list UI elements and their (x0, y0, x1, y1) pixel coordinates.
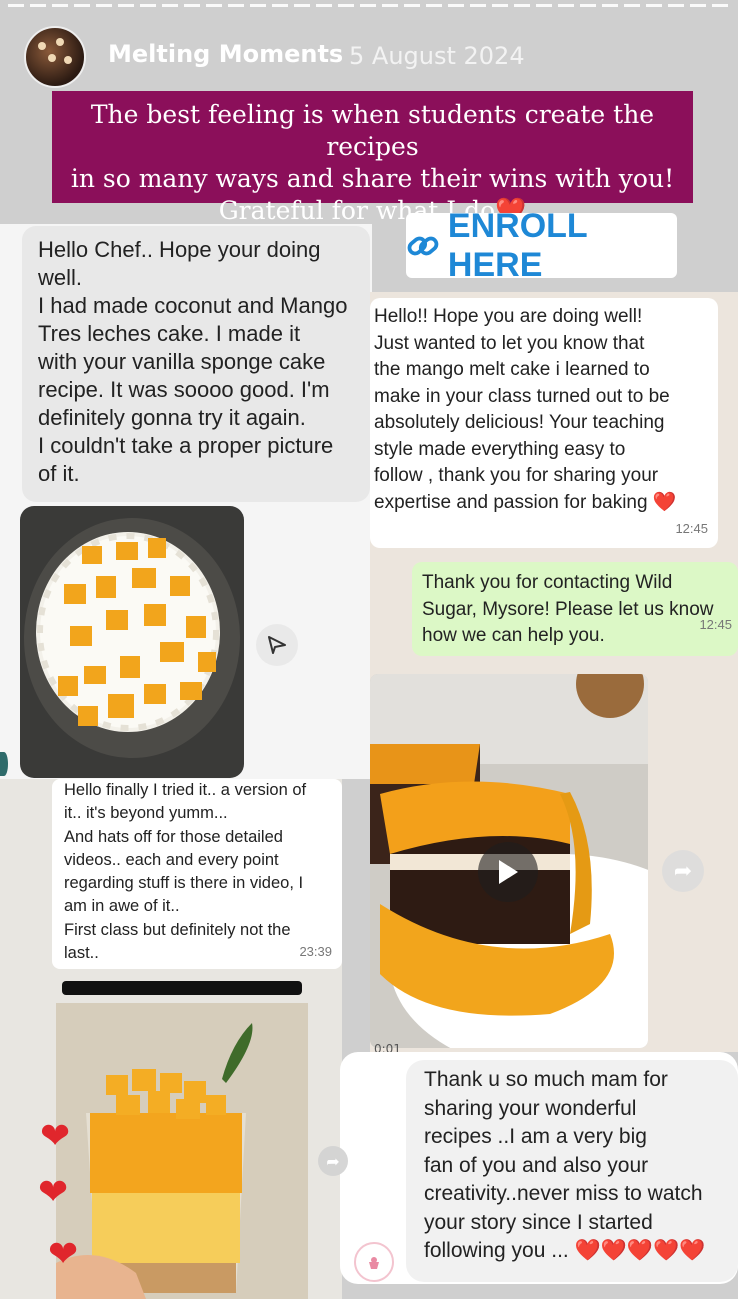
video-chat-panel: ➦ 0:01 (370, 670, 738, 1052)
sender-avatar[interactable] (354, 1242, 394, 1282)
mango-dessert-cup-photo[interactable] (56, 1003, 308, 1299)
video-duration: 0:01 (374, 1042, 401, 1052)
enroll-label: ENROLL HERE (447, 206, 588, 284)
account-avatar[interactable] (24, 26, 86, 88)
heart-icon[interactable]: ❤ (40, 1116, 70, 1157)
mango-melt-cake-video[interactable] (370, 674, 648, 1048)
story-progress-bar (8, 4, 730, 7)
message-time: 12:45 (699, 616, 732, 632)
link-icon (407, 236, 439, 255)
message-time: 23:39 (299, 943, 332, 959)
mango-melt-message-bubble: Hello!! Hope you are doing well! Just wa… (370, 298, 718, 548)
fan-chat-panel: Thank u so much mam for sharing your won… (340, 1052, 738, 1284)
enroll-here-button[interactable]: ENROLL HERE (406, 207, 677, 284)
heart-icon[interactable]: ❤ (48, 1234, 78, 1275)
left-bottom-chat-panel: Hello finally I tried it.. a version of … (0, 779, 342, 1299)
tres-leches-cake-photo[interactable] (20, 506, 244, 778)
message-time: 12:45 (675, 520, 708, 536)
whatsapp-chat-panel: Hello!! Hope you are doing well! Just wa… (370, 292, 738, 670)
auto-reply-message-bubble: Thank you for contacting Wild Sugar, Mys… (412, 562, 738, 656)
banner-line: in so many ways and share their wins wit… (70, 164, 675, 193)
left-chat-panel: Hello Chef.. Hope your doing well. I had… (0, 224, 372, 779)
forward-icon[interactable]: ➦ (662, 850, 704, 892)
forward-icon[interactable]: ➦ (318, 1146, 348, 1176)
fan-message-bubble: Thank u so much mam for sharing your won… (406, 1060, 738, 1282)
headline-banner: The best feeling is when students create… (52, 91, 693, 225)
banner-line: The best feeling is when students create… (90, 100, 655, 161)
account-name[interactable]: Melting Moments (108, 40, 343, 68)
post-date: 5 August 2024 (349, 42, 525, 70)
redacted-bar (62, 981, 302, 995)
share-icon[interactable] (256, 624, 298, 666)
side-avatar-edge (0, 752, 8, 776)
tried-it-message-bubble: Hello finally I tried it.. a version of … (52, 779, 342, 969)
chef-message-bubble: Hello Chef.. Hope your doing well. I had… (22, 226, 370, 502)
heart-icon[interactable]: ❤ (38, 1172, 68, 1213)
play-icon[interactable] (478, 842, 538, 902)
